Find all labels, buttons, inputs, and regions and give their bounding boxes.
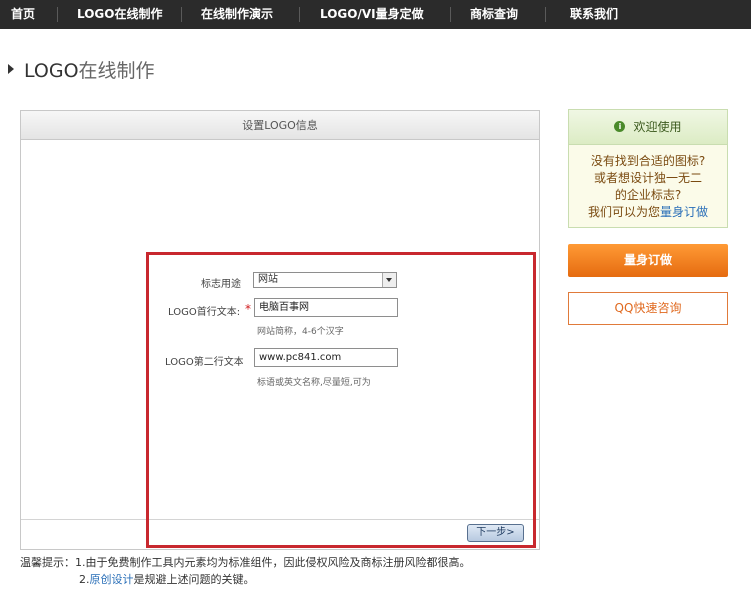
nav-item-demo[interactable]: 在线制作演示 <box>201 0 273 29</box>
custom-order-link[interactable]: 量身订做 <box>660 205 708 219</box>
tips-line1: 1.由于免费制作工具内元素均为标准组件，因此侵权风险及商标注册风险都很高。 <box>75 556 471 569</box>
tips-prefix: 温馨提示： <box>20 556 75 569</box>
nav-item-contact[interactable]: 联系我们 <box>570 0 618 29</box>
nav-item-custom-vi[interactable]: LOGO/VI量身定做 <box>320 0 424 29</box>
highlight-frame <box>146 252 536 548</box>
page-title: LOGO在线制作 <box>24 60 155 82</box>
nav-divider <box>299 7 300 22</box>
qq-consult-button[interactable]: QQ快速咨询 <box>568 292 728 325</box>
tips: 温馨提示：1.由于免费制作工具内元素均为标准组件，因此侵权风险及商标注册风险都很… <box>20 556 471 586</box>
custom-order-button[interactable]: 量身订做 <box>568 244 728 277</box>
nav-divider <box>181 7 182 22</box>
original-design-link[interactable]: 原创设计 <box>90 573 134 586</box>
welcome-header: i 欢迎使用 <box>569 110 727 145</box>
panel-header: 设置LOGO信息 <box>21 111 539 140</box>
info-icon: i <box>614 121 626 132</box>
welcome-text: 没有找到合适的图标? 或者想设计独一无二 的企业标志? 我们可以为您量身订做 <box>587 154 709 219</box>
top-nav: 首页 LOGO在线制作 在线制作演示 LOGO/VI量身定做 商标查询 联系我们 <box>0 0 751 29</box>
nav-item-trademark[interactable]: 商标查询 <box>470 0 518 29</box>
title-arrow-icon <box>8 64 14 74</box>
welcome-box: i 欢迎使用 没有找到合适的图标? 或者想设计独一无二 的企业标志? 我们可以为您… <box>568 109 728 228</box>
nav-divider <box>57 7 58 22</box>
nav-divider <box>545 7 546 22</box>
nav-item-home[interactable]: 首页 <box>11 0 35 29</box>
nav-item-logo-online[interactable]: LOGO在线制作 <box>77 0 162 29</box>
nav-divider <box>450 7 451 22</box>
